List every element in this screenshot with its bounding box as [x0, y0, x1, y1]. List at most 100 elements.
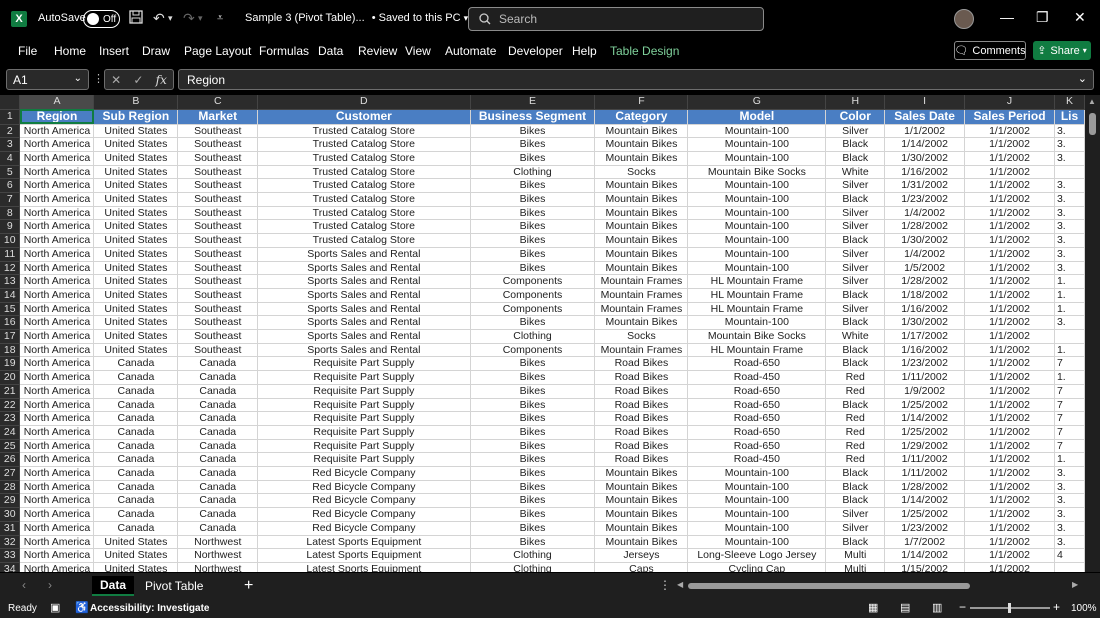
table-cell[interactable]: Long-Sleeve Logo Jersey	[687, 548, 827, 563]
table-cell[interactable]: Bikes	[470, 206, 596, 221]
table-cell[interactable]: North America	[19, 411, 95, 426]
table-cell[interactable]: Trusted Catalog Store	[257, 151, 471, 166]
table-cell[interactable]: Multi	[825, 548, 886, 563]
table-cell[interactable]: North America	[19, 521, 95, 536]
header-cell[interactable]: Customer	[257, 109, 471, 125]
table-cell[interactable]: 1/1/2002	[964, 192, 1055, 207]
table-cell[interactable]: Silver	[825, 261, 886, 276]
table-cell[interactable]: Road-650	[687, 398, 827, 413]
table-cell[interactable]: 1/1/2002	[964, 452, 1055, 468]
table-cell[interactable]: 1/14/2002	[884, 137, 966, 152]
table-cell[interactable]: 1/1/2002	[964, 151, 1055, 166]
row-header[interactable]: 9	[0, 219, 21, 235]
table-cell[interactable]: Silver	[825, 219, 886, 235]
header-cell[interactable]: Sales Period	[964, 109, 1055, 125]
table-cell[interactable]: Red	[825, 439, 886, 454]
name-box[interactable]: A1 ⌄	[6, 69, 89, 90]
table-cell[interactable]: Canada	[177, 370, 259, 385]
row-header[interactable]: 6	[0, 178, 21, 194]
row-header[interactable]: 7	[0, 192, 21, 207]
table-cell[interactable]: White	[825, 165, 886, 180]
table-cell[interactable]: 1.	[1054, 288, 1085, 303]
table-cell[interactable]: North America	[19, 124, 95, 139]
table-cell[interactable]: Canada	[177, 384, 259, 399]
table-cell[interactable]: Mountain Bikes	[594, 315, 689, 331]
table-cell[interactable]: Requisite Part Supply	[257, 384, 471, 399]
table-cell[interactable]: Road-450	[687, 370, 827, 385]
table-cell[interactable]: 1/1/2002	[964, 329, 1055, 344]
menu-automate[interactable]: Automate	[445, 44, 496, 58]
table-cell[interactable]: 1/25/2002	[884, 425, 966, 440]
table-cell[interactable]: 1/23/2002	[884, 521, 966, 536]
table-cell[interactable]: Black	[825, 535, 886, 550]
table-cell[interactable]: Northwest	[177, 548, 259, 563]
more-tabs-icon[interactable]: ⋮	[659, 578, 671, 592]
fx-icon[interactable]: fx	[156, 73, 167, 87]
column-header[interactable]: F	[594, 95, 689, 110]
worksheet-grid[interactable]: ABCDEFGHIJK 1 Region Sub Region Market Custo…	[0, 95, 1085, 572]
column-header[interactable]: J	[964, 95, 1055, 110]
table-cell[interactable]: Red Bicycle Company	[257, 480, 471, 495]
table-cell[interactable]: Trusted Catalog Store	[257, 206, 471, 221]
table-cell[interactable]: United States	[93, 247, 179, 262]
table-cell[interactable]: Mountain Frames	[594, 302, 689, 317]
table-cell[interactable]: 1/4/2002	[884, 206, 966, 221]
table-cell[interactable]: Road-650	[687, 356, 827, 372]
table-cell[interactable]: 1/1/2002	[964, 356, 1055, 372]
table-cell[interactable]: 7	[1054, 425, 1085, 440]
add-sheet-button[interactable]: +	[236, 576, 261, 596]
table-cell[interactable]: Silver	[825, 124, 886, 139]
table-cell[interactable]: Bikes	[470, 398, 596, 413]
table-cell[interactable]: North America	[19, 261, 95, 276]
row-header[interactable]: 11	[0, 247, 21, 262]
table-cell[interactable]: Clothing	[470, 329, 596, 344]
table-cell[interactable]: Canada	[93, 480, 179, 495]
table-cell[interactable]: Black	[825, 151, 886, 166]
table-cell[interactable]: Red Bicycle Company	[257, 521, 471, 536]
table-cell[interactable]: Southeast	[177, 329, 259, 344]
table-cell[interactable]: Northwest	[177, 535, 259, 550]
table-cell[interactable]: 1/1/2002	[884, 124, 966, 139]
menu-data[interactable]: Data	[318, 44, 343, 58]
table-cell[interactable]: Mountain-100	[687, 124, 827, 139]
formula-input[interactable]: Region ⌄	[178, 69, 1094, 90]
table-cell[interactable]: 3.	[1054, 151, 1085, 166]
table-cell[interactable]: North America	[19, 425, 95, 440]
table-cell[interactable]: Mountain-100	[687, 192, 827, 207]
table-cell[interactable]: Mountain Bikes	[594, 247, 689, 262]
table-cell[interactable]: 3.	[1054, 137, 1085, 152]
table-cell[interactable]: Red	[825, 452, 886, 468]
menu-table-design[interactable]: Table Design	[610, 44, 679, 58]
table-cell[interactable]: 1/1/2002	[964, 562, 1055, 572]
table-cell[interactable]: Silver	[825, 521, 886, 536]
table-cell[interactable]: Canada	[93, 398, 179, 413]
table-cell[interactable]: 1/29/2002	[884, 439, 966, 454]
table-cell[interactable]: Sports Sales and Rental	[257, 343, 471, 358]
table-cell[interactable]: North America	[19, 398, 95, 413]
table-cell[interactable]: United States	[93, 329, 179, 344]
table-cell[interactable]: 7	[1054, 398, 1085, 413]
table-cell[interactable]: 1/1/2002	[964, 466, 1055, 481]
table-cell[interactable]: Southeast	[177, 137, 259, 152]
table-cell[interactable]: North America	[19, 466, 95, 481]
table-cell[interactable]: 7	[1054, 411, 1085, 426]
expand-formula-icon[interactable]: ⌄	[1078, 72, 1087, 85]
accessibility-icon[interactable]: ♿	[75, 601, 89, 614]
table-cell[interactable]: Mountain Bikes	[594, 206, 689, 221]
row-header[interactable]: 8	[0, 206, 21, 221]
table-cell[interactable]: 7	[1054, 384, 1085, 399]
tab-data[interactable]: Data	[92, 576, 135, 596]
table-cell[interactable]: Requisite Part Supply	[257, 452, 471, 468]
table-cell[interactable]: Mountain-100	[687, 535, 827, 550]
table-cell[interactable]: Bikes	[470, 137, 596, 152]
vertical-scroll-thumb[interactable]	[1089, 113, 1096, 135]
table-cell[interactable]: Road Bikes	[594, 425, 689, 440]
scroll-up-icon[interactable]: ▲	[1088, 97, 1096, 106]
table-cell[interactable]: Mountain-100	[687, 233, 827, 248]
table-cell[interactable]: Mountain Bikes	[594, 507, 689, 522]
row-header[interactable]: 25	[0, 439, 21, 454]
table-cell[interactable]: North America	[19, 343, 95, 358]
table-cell[interactable]: Canada	[93, 384, 179, 399]
table-cell[interactable]: Black	[825, 343, 886, 358]
table-cell[interactable]: 1.	[1054, 452, 1085, 468]
